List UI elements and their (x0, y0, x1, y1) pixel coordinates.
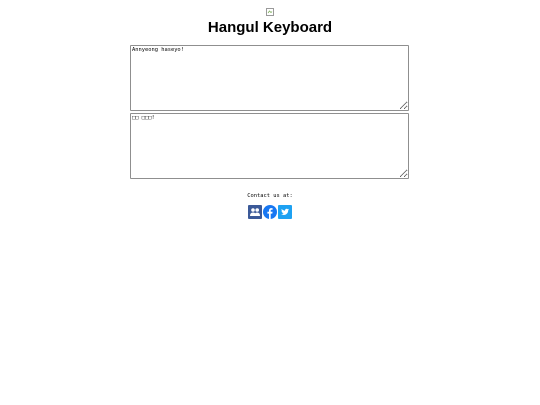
community-icon[interactable] (248, 205, 262, 219)
broken-image-icon (266, 3, 274, 16)
contact-label: Contact us at: (247, 193, 293, 199)
social-links (247, 205, 293, 219)
romanized-input[interactable]: Annyeong haseyo! (130, 45, 409, 111)
hangul-output[interactable]: □□ □□□! (130, 113, 409, 179)
facebook-icon[interactable] (263, 205, 277, 219)
twitter-icon[interactable] (278, 205, 292, 219)
page-title: Hangul Keyboard (207, 19, 333, 36)
